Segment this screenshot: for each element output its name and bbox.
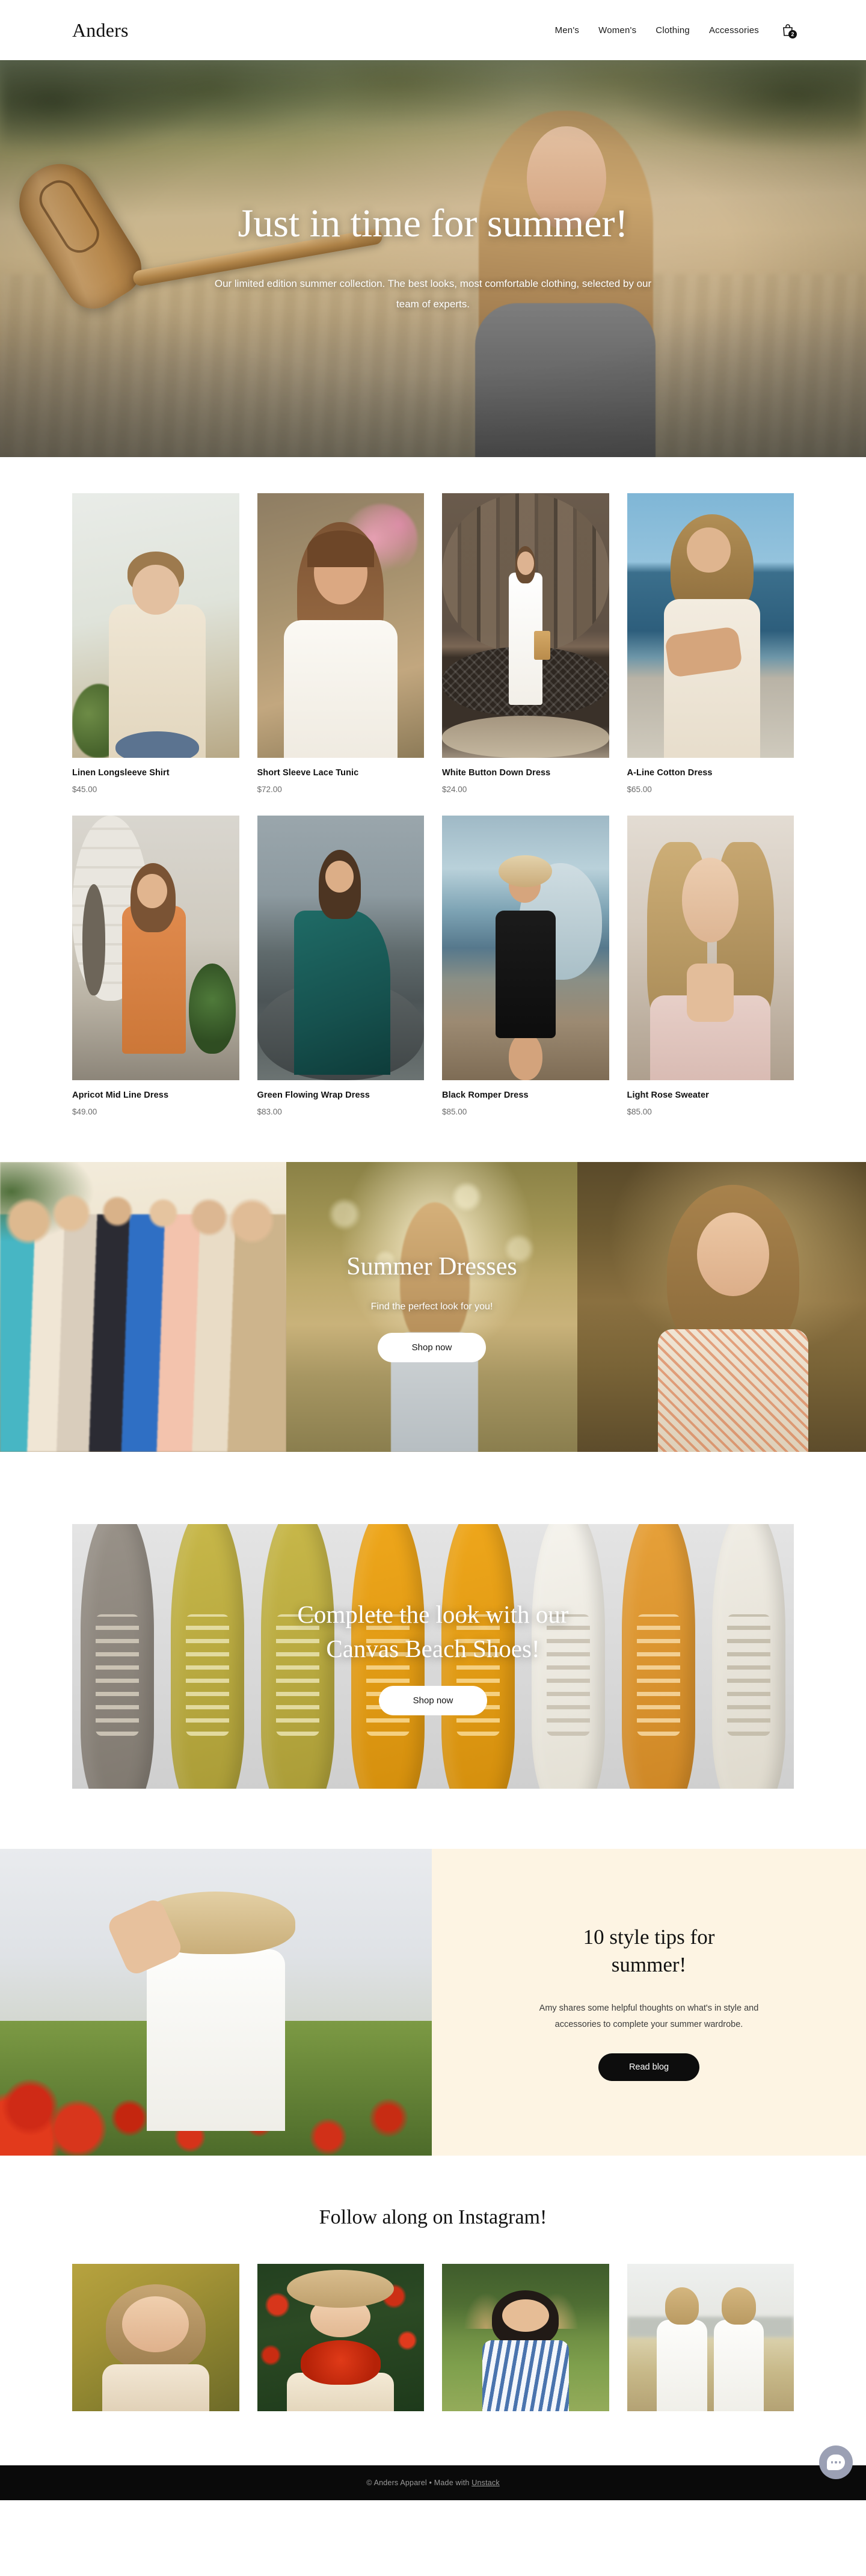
cart-count-badge: 2 [788,30,797,38]
product-price: $83.00 [257,1107,282,1116]
shoes-banner-section: Complete the look with our Canvas Beach … [0,1452,866,1849]
instagram-post[interactable] [257,2264,424,2411]
banner-image-right [577,1162,866,1452]
blog-promo-content: 10 style tips for summer! Amy shares som… [432,1849,866,2156]
product-card[interactable]: Apricot Mid Line Dress $49.00 [72,816,239,1116]
product-card[interactable]: White Button Down Dress $24.00 [442,493,609,794]
footer-copyright-text: © Anders Apparel • Made with [366,2479,472,2487]
product-card[interactable]: Green Flowing Wrap Dress $83.00 [257,816,424,1116]
hero-subtitle: Our limited edition summer collection. T… [214,277,652,310]
product-price: $85.00 [627,1107,652,1116]
canvas-shoes-banner: Complete the look with our Canvas Beach … [72,1524,794,1789]
product-name: Short Sleeve Lace Tunic [257,768,359,778]
nav-item-accessories[interactable]: Accessories [709,25,759,35]
main-navigation: Men's Women's Clothing Accessories 2 [555,23,797,38]
instagram-post[interactable] [72,2264,239,2411]
blog-promo-body: Amy shares some helpful thoughts on what… [539,2003,759,2030]
canvas-shoes-title-line2: Canvas Beach Shoes! [326,1634,540,1662]
product-image[interactable] [627,493,794,758]
hero-banner: Just in time for summer! Our limited edi… [0,60,866,457]
site-header: Anders Men's Women's Clothing Accessorie… [0,0,866,60]
product-card[interactable]: Linen Longsleeve Shirt $45.00 [72,493,239,794]
product-name: Light Rose Sweater [627,1090,709,1100]
product-price: $45.00 [72,785,97,794]
instagram-title: Follow along on Instagram! [319,2206,547,2228]
instagram-grid [72,2264,794,2411]
blog-title-line2: summer! [611,1953,687,1977]
product-image[interactable] [627,816,794,1080]
canvas-shoes-content: Complete the look with our Canvas Beach … [204,1597,662,1716]
product-row-1: Linen Longsleeve Shirt $45.00 Short Slee… [72,493,794,794]
site-footer: © Anders Apparel • Made with Unstack [0,2465,866,2500]
canvas-shoes-title: Complete the look with our Canvas Beach … [204,1597,662,1665]
product-price: $24.00 [442,785,467,794]
brand-logo[interactable]: Anders [72,19,129,41]
product-image[interactable] [442,493,609,758]
blog-promo-image [0,1849,432,2156]
product-name: Apricot Mid Line Dress [72,1090,169,1100]
canvas-shoes-title-line1: Complete the look with our [297,1600,569,1628]
summer-dresses-title: Summer Dresses [346,1252,517,1280]
summer-dresses-shop-now-button[interactable]: Shop now [378,1332,486,1362]
instagram-post[interactable] [442,2264,609,2411]
product-image[interactable] [257,816,424,1080]
cart-button[interactable]: 2 [782,23,797,38]
chat-bubble-icon [827,2455,845,2470]
summer-dresses-content: Summer Dresses Find the perfect look for… [286,1162,577,1452]
nav-item-clothing[interactable]: Clothing [656,25,690,35]
product-name: A-Line Cotton Dress [627,768,713,778]
product-grid-section: Linen Longsleeve Shirt $45.00 Short Slee… [0,457,866,1162]
product-row-2: Apricot Mid Line Dress $49.00 Green Flow… [72,816,794,1116]
summer-dresses-banner: Summer Dresses Find the perfect look for… [0,1162,866,1452]
product-image[interactable] [257,493,424,758]
blog-promo-title: 10 style tips for summer! [583,1923,715,1979]
nav-item-womens[interactable]: Women's [598,25,636,35]
canvas-shoes-shop-now-button[interactable]: Shop now [379,1686,487,1716]
footer-copyright: © Anders Apparel • Made with Unstack [366,2479,500,2487]
product-name: White Button Down Dress [442,768,551,778]
summer-dresses-subtitle: Find the perfect look for you! [370,1301,493,1312]
nav-item-mens[interactable]: Men's [555,25,580,35]
product-card[interactable]: Light Rose Sweater $85.00 [627,816,794,1116]
product-name: Linen Longsleeve Shirt [72,768,170,778]
instagram-section: Follow along on Instagram! [0,2156,866,2465]
banner-image-left [0,1162,286,1452]
hero-title: Just in time for summer! [238,201,628,246]
product-price: $65.00 [627,785,652,794]
instagram-post[interactable] [627,2264,794,2411]
blog-promo-section: 10 style tips for summer! Amy shares som… [0,1849,866,2156]
product-price: $72.00 [257,785,282,794]
product-image[interactable] [72,493,239,758]
product-price: $49.00 [72,1107,97,1116]
product-image[interactable] [72,816,239,1080]
product-name: Green Flowing Wrap Dress [257,1090,370,1100]
hero-content: Just in time for summer! Our limited edi… [138,203,728,314]
blog-title-line1: 10 style tips for [583,1925,715,1949]
product-card[interactable]: A-Line Cotton Dress $65.00 [627,493,794,794]
product-card[interactable]: Black Romper Dress $85.00 [442,816,609,1116]
chat-widget-button[interactable] [819,2445,853,2479]
product-name: Black Romper Dress [442,1090,529,1100]
read-blog-button[interactable]: Read blog [598,2053,699,2081]
product-price: $85.00 [442,1107,467,1116]
footer-unstack-link[interactable]: Unstack [471,2479,500,2487]
product-image[interactable] [442,816,609,1080]
product-card[interactable]: Short Sleeve Lace Tunic $72.00 [257,493,424,794]
